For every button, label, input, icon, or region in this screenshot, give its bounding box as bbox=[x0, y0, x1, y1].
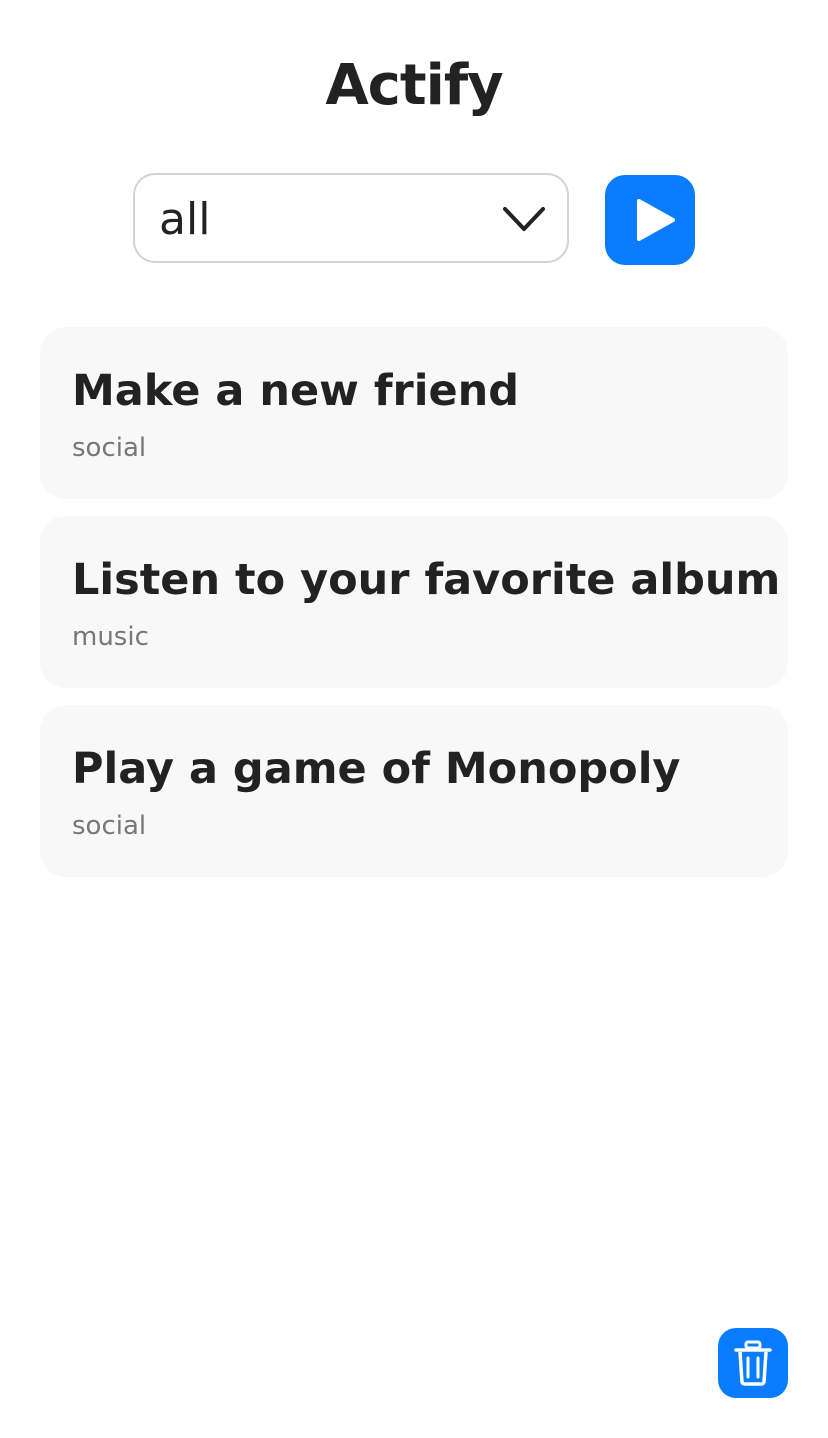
play-button[interactable] bbox=[605, 175, 695, 265]
chevron-down-icon bbox=[503, 207, 545, 231]
trash-button[interactable] bbox=[718, 1328, 788, 1398]
app-title: Actify bbox=[325, 53, 503, 118]
activity-title: Play a game of Monopoly bbox=[72, 744, 681, 794]
activity-title: Listen to your favorite album bbox=[72, 555, 781, 605]
category-filter-value: all bbox=[159, 194, 211, 245]
trash-icon bbox=[734, 1340, 772, 1386]
activity-list: Make a new friend social Listen to your … bbox=[40, 327, 788, 894]
activity-card[interactable]: Make a new friend social bbox=[40, 327, 788, 499]
activity-card[interactable]: Listen to your favorite album music bbox=[40, 516, 788, 688]
activity-category: social bbox=[72, 811, 147, 841]
activity-title: Make a new friend bbox=[72, 366, 520, 416]
activity-card[interactable]: Play a game of Monopoly social bbox=[40, 705, 788, 877]
category-filter-select[interactable]: all bbox=[133, 173, 569, 263]
activity-category: social bbox=[72, 433, 147, 463]
activity-category: music bbox=[72, 622, 149, 652]
play-icon bbox=[637, 199, 675, 241]
